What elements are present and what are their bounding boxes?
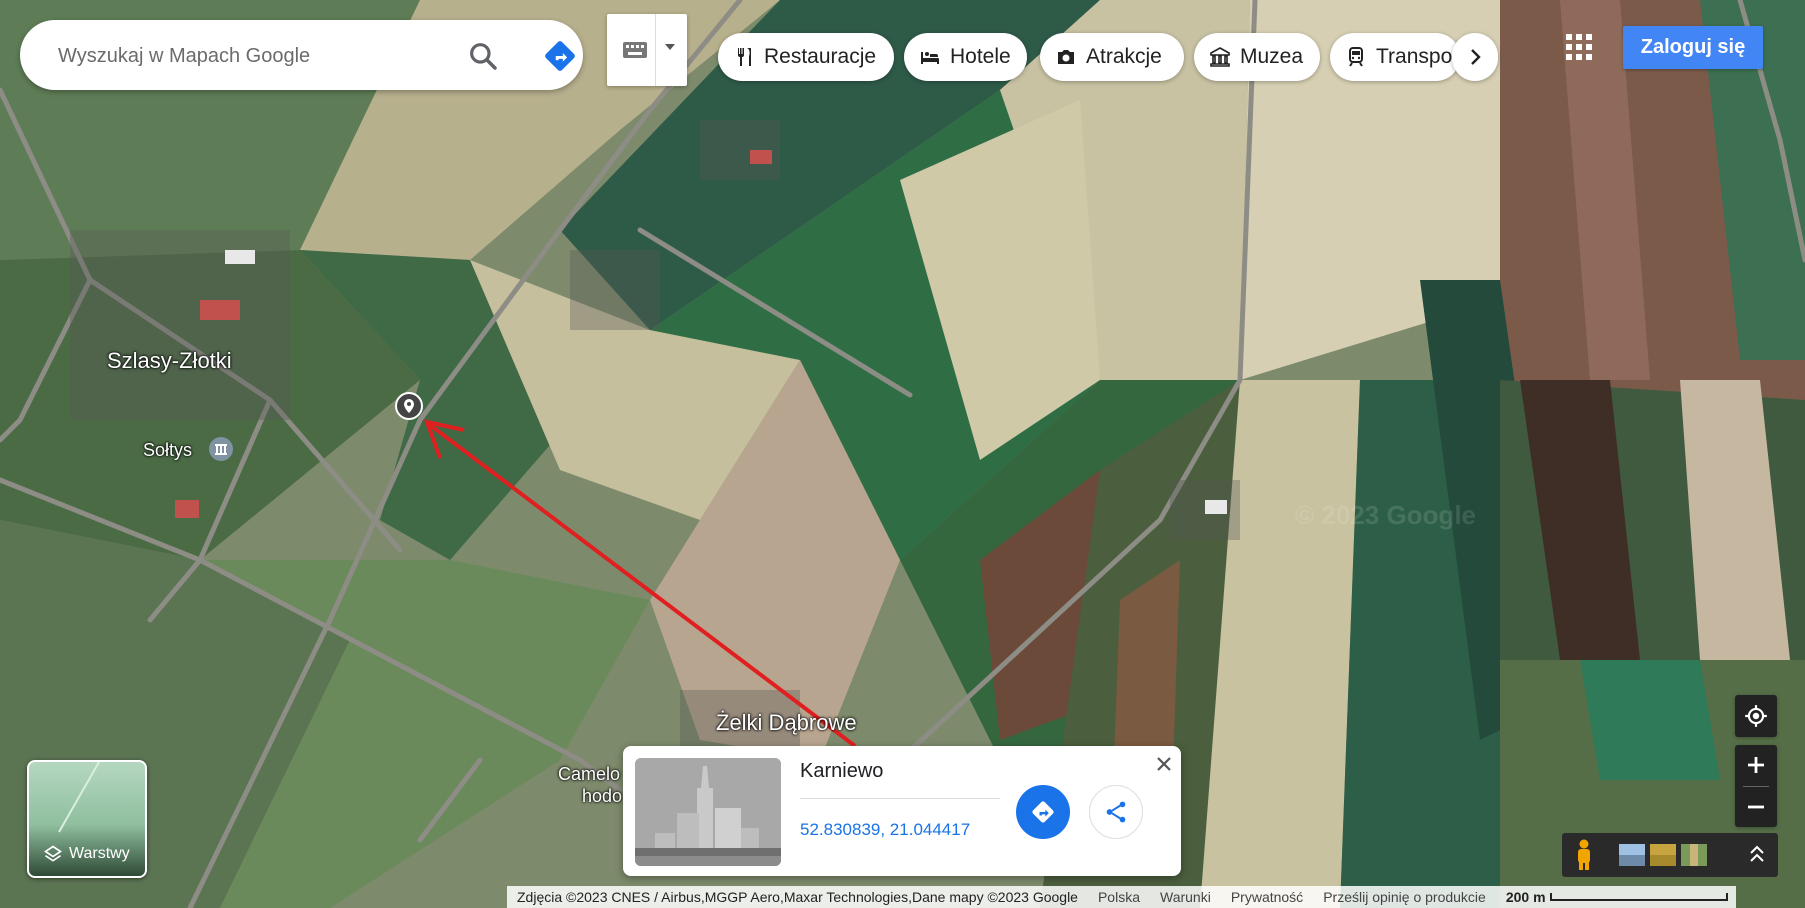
keyboard-divider — [655, 14, 656, 86]
footer-terms-link[interactable]: Warunki — [1150, 889, 1221, 905]
keyboard-icon[interactable] — [617, 36, 659, 66]
scale-bar — [1549, 893, 1728, 901]
layers-icon — [43, 845, 63, 862]
place-card: Karniewo 52.830839, 21.044417 — [623, 746, 1181, 876]
train-icon — [1349, 47, 1363, 67]
footer-privacy-link[interactable]: Prywatność — [1221, 889, 1313, 905]
pegman-icon[interactable] — [1578, 839, 1590, 871]
chip-label: Hotele — [950, 45, 1011, 68]
chip-label: Transpo — [1376, 45, 1453, 68]
search-box — [20, 20, 583, 90]
layers-button[interactable]: Warstwy — [27, 760, 147, 878]
chips-next-button[interactable] — [1452, 33, 1498, 81]
input-tools-button[interactable] — [607, 14, 687, 86]
directions-icon — [1032, 801, 1054, 823]
city-placeholder-icon — [635, 758, 781, 866]
signin-button[interactable]: Zaloguj się — [1623, 26, 1763, 69]
scale-label[interactable]: 200 m — [1496, 889, 1550, 905]
footer-feedback-link[interactable]: Prześlij opinię o produkcie — [1313, 889, 1496, 905]
chevron-down-icon[interactable] — [665, 44, 675, 50]
directions-icon[interactable] — [543, 39, 577, 73]
zoom-out-icon[interactable] — [1744, 795, 1768, 819]
attribution-text: Zdjęcia ©2023 CNES / Airbus,MGGP Aero,Ma… — [517, 889, 1078, 905]
directions-button[interactable] — [1016, 785, 1070, 839]
location-pin-icon[interactable] — [395, 392, 423, 420]
expand-up-icon[interactable] — [1750, 845, 1764, 862]
share-button[interactable] — [1089, 785, 1143, 839]
chip-attractions[interactable]: Atrakcje — [1040, 33, 1184, 81]
place-title: Karniewo — [800, 760, 884, 782]
chip-museums[interactable]: Muzea — [1194, 33, 1320, 81]
map-label-poi[interactable]: Sołtys — [143, 440, 192, 461]
close-icon[interactable] — [1152, 752, 1176, 776]
chevron-right-icon — [1471, 49, 1481, 65]
map-label-village[interactable]: Szlasy-Złotki — [107, 348, 232, 374]
layers-label: Warstwy — [69, 845, 130, 862]
share-icon — [1106, 801, 1126, 823]
my-location-button[interactable] — [1735, 695, 1777, 737]
location-target-icon — [1745, 705, 1767, 727]
map-footer: Zdjęcia ©2023 CNES / Airbus,MGGP Aero,Ma… — [507, 886, 1736, 908]
chip-transit[interactable]: Transpo — [1330, 33, 1460, 81]
map-label-village-2[interactable]: Żelki Dąbrowe — [716, 710, 857, 736]
search-icon[interactable] — [467, 40, 499, 72]
fork-knife-icon — [738, 48, 751, 66]
zoom-control — [1735, 745, 1777, 827]
landmark-icon[interactable] — [209, 437, 233, 461]
search-input[interactable] — [56, 41, 440, 71]
museum-icon — [1210, 47, 1230, 67]
apps-grid-icon[interactable] — [1565, 33, 1593, 61]
chip-label: Muzea — [1240, 45, 1304, 68]
bed-icon — [921, 52, 939, 64]
chip-hotels[interactable]: Hotele — [904, 33, 1027, 81]
camera-icon — [1058, 50, 1074, 64]
zoom-in-icon[interactable] — [1744, 753, 1768, 777]
zoom-divider — [1743, 786, 1769, 787]
view-options-panel — [1562, 833, 1778, 877]
chip-label: Restauracje — [764, 45, 877, 68]
chip-label: Atrakcje — [1086, 45, 1162, 68]
map-label-poi-2b[interactable]: hodo — [582, 786, 622, 807]
map-watermark: © 2023 Google — [1295, 500, 1476, 530]
place-thumbnail[interactable] — [635, 758, 781, 866]
layers-label-wrap: Warstwy — [43, 844, 130, 864]
map-label-poi-2a[interactable]: Camelo — [558, 764, 620, 785]
card-divider — [800, 798, 1000, 799]
chip-restaurants[interactable]: Restauracje — [718, 33, 894, 81]
view-options — [1578, 839, 1764, 871]
footer-country[interactable]: Polska — [1088, 889, 1150, 905]
place-coordinates[interactable]: 52.830839, 21.044417 — [800, 820, 970, 840]
